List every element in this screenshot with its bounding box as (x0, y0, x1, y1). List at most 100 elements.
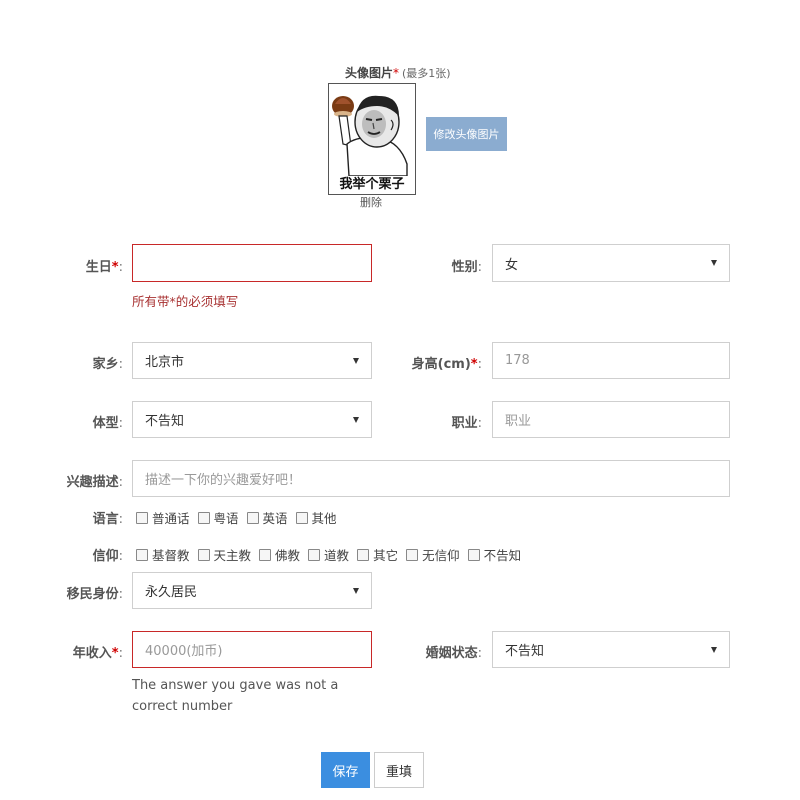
reset-button[interactable]: 重填 (374, 752, 424, 788)
chevron-down-icon (353, 587, 359, 594)
body-type-label-text: 体型 (92, 416, 119, 431)
religion-label: 信仰: (93, 545, 123, 564)
hometown-select[interactable]: 北京市 (132, 342, 372, 379)
marital-value: 不告知 (505, 644, 545, 659)
label-colon: : (477, 357, 482, 372)
checkbox[interactable] (467, 548, 480, 561)
height-input[interactable]: 178 (492, 342, 730, 379)
income-placeholder: 40000(加币) (145, 644, 223, 659)
option-label: 英语 (262, 511, 288, 526)
gender-value: 女 (505, 257, 519, 273)
checkbox[interactable] (246, 511, 259, 524)
checkbox[interactable] (136, 511, 148, 524)
interests-label-text: 兴趣描述 (66, 475, 119, 490)
religion-option[interactable]: 基督教 (136, 545, 190, 564)
interests-input[interactable]: 描述一下你的兴趣爱好吧！ (132, 460, 730, 497)
option-label: 天主教 (213, 548, 252, 563)
interests-label: 兴趣描述: (67, 471, 123, 490)
chevron-down-icon (353, 416, 359, 423)
option-label: 粤语 (213, 511, 239, 526)
option-label: 无信仰 (422, 548, 460, 563)
checkbox[interactable] (406, 548, 419, 561)
hometown-value: 北京市 (145, 355, 185, 370)
marital-label-text: 婚姻状态 (425, 646, 478, 661)
body-type-select[interactable]: 不告知 (132, 401, 372, 438)
required-mark: * (111, 646, 119, 661)
language-option[interactable]: 粤语 (197, 508, 239, 527)
gender-label-text: 性别 (451, 260, 478, 275)
option-label: 不告知 (483, 548, 522, 563)
income-label-text: 年收入 (72, 646, 112, 661)
required-mark: * (470, 357, 478, 372)
gender-label: 性别: (452, 256, 482, 275)
income-error: The answer you gave was not a correct nu… (132, 678, 339, 714)
religion-option[interactable]: 不告知 (467, 545, 522, 564)
label-colon: : (118, 475, 123, 490)
label-colon: : (118, 646, 123, 661)
required-mark: * (111, 260, 119, 275)
option-label: 基督教 (152, 548, 190, 563)
checkbox[interactable] (197, 548, 210, 561)
checkbox[interactable] (259, 548, 272, 561)
label-colon: : (118, 357, 123, 372)
label-colon: : (118, 416, 123, 431)
occupation-input[interactable]: 职业 (492, 401, 730, 438)
chevron-down-icon (711, 260, 717, 266)
religion-option[interactable]: 天主教 (197, 545, 252, 564)
height-label-text: 身高(cm) (411, 357, 471, 372)
checkbox[interactable] (357, 548, 370, 561)
occupation-label-text: 职业 (451, 416, 478, 431)
language-option[interactable]: 英语 (246, 508, 288, 527)
occupation-placeholder: 职业 (505, 414, 532, 429)
marital-select[interactable]: 不告知 (492, 631, 730, 668)
immigration-select[interactable]: 永久居民 (132, 572, 372, 609)
avatar-meme-illustration (332, 95, 408, 177)
languages-checkbox-group: 普通话 粤语 英语 其他 (136, 508, 345, 527)
hometown-label-text: 家乡 (92, 357, 119, 372)
label-colon: : (118, 512, 123, 527)
language-option[interactable]: 普通话 (136, 508, 190, 527)
hometown-label: 家乡: (93, 353, 123, 372)
religion-option[interactable]: 无信仰 (406, 545, 460, 564)
immigration-value: 永久居民 (145, 585, 198, 600)
chevron-down-icon (711, 646, 717, 653)
avatar-title: 头像图片* (最多1张) (345, 64, 451, 81)
checkbox[interactable] (308, 548, 321, 561)
religion-option[interactable]: 其它 (357, 545, 398, 564)
option-label: 其它 (373, 548, 399, 563)
avatar-hint: (最多1张) (402, 67, 451, 80)
immigration-label-text: 移民身份 (66, 587, 119, 602)
religion-option[interactable]: 道教 (308, 545, 349, 564)
checkbox[interactable] (197, 511, 210, 524)
label-colon: : (477, 416, 482, 431)
option-label: 其他 (311, 511, 337, 526)
checkbox[interactable] (295, 511, 308, 524)
save-button[interactable]: 保存 (321, 752, 370, 788)
income-input[interactable]: 40000(加币) (132, 631, 372, 668)
religion-option[interactable]: 佛教 (259, 545, 300, 564)
body-type-label: 体型: (93, 412, 123, 431)
avatar-delete-link[interactable]: 删除 (360, 194, 382, 210)
birthday-error: 所有带*的必须填写 (132, 294, 239, 309)
option-label: 道教 (324, 548, 350, 563)
birthday-input[interactable] (132, 244, 372, 282)
label-colon: : (118, 260, 123, 275)
birthday-label: 生日*: (86, 256, 123, 275)
religion-label-text: 信仰 (92, 549, 119, 564)
checkbox[interactable] (136, 548, 148, 561)
language-option[interactable]: 其他 (295, 508, 337, 527)
chevron-down-icon (353, 357, 359, 364)
height-label: 身高(cm)*: (412, 353, 482, 372)
birthday-label-text: 生日 (85, 260, 112, 275)
gender-select[interactable]: 女 (492, 244, 730, 282)
label-colon: : (118, 549, 123, 564)
languages-label: 语言: (93, 508, 123, 527)
avatar-label: 头像图片 (345, 66, 394, 80)
body-type-value: 不告知 (145, 414, 185, 429)
occupation-label: 职业: (452, 412, 482, 431)
change-avatar-button[interactable]: 修改头像图片 (426, 117, 507, 151)
option-label: 佛教 (275, 548, 301, 563)
required-mark: * (393, 66, 400, 80)
label-colon: : (477, 646, 482, 661)
languages-label-text: 语言 (92, 512, 119, 527)
